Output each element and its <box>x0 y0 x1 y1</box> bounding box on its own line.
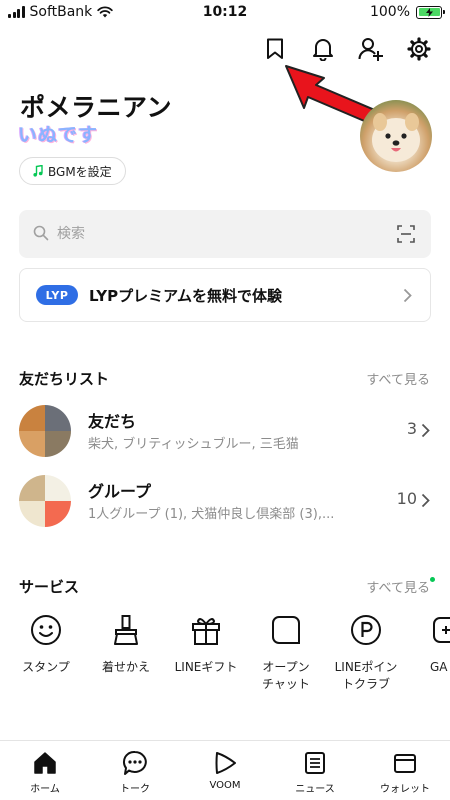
smiley-icon <box>29 613 63 647</box>
chevron-right-icon <box>421 493 430 508</box>
bgm-button[interactable]: BGMを設定 <box>19 157 126 185</box>
service-label: LINEギフト <box>174 660 238 674</box>
tab-news[interactable]: ニュース <box>270 741 360 800</box>
tab-talk[interactable]: トーク <box>90 741 180 800</box>
friends-see-all-link[interactable]: すべて見る <box>366 369 430 388</box>
tab-label: VOOM <box>209 780 241 791</box>
service-label: スタンプ <box>22 660 70 674</box>
tab-wallet[interactable]: ウォレット <box>360 741 450 800</box>
bookmark-icon[interactable] <box>262 36 288 62</box>
voom-icon <box>212 750 238 776</box>
bell-icon[interactable] <box>310 36 336 62</box>
service-gift[interactable]: LINEギフト <box>166 610 246 676</box>
search-input[interactable] <box>57 221 377 247</box>
gear-icon[interactable] <box>406 36 432 62</box>
tab-home[interactable]: ホーム <box>0 741 90 800</box>
groups-row-subtitle: 1人グループ (1), 犬猫仲良し倶楽部 (3),... <box>88 507 335 522</box>
status-bar: SoftBank 10:12 100% <box>0 0 450 28</box>
lyp-banner-text: LYPプレミアムを無料で体験 <box>89 286 283 305</box>
groups-avatar-collage <box>19 475 71 527</box>
service-stamp[interactable]: スタンプ <box>6 610 86 676</box>
music-note-icon <box>33 165 43 177</box>
services-section-title: サービス <box>19 578 80 596</box>
tab-label: ニュース <box>295 784 335 795</box>
lyp-premium-banner[interactable]: LYP LYPプレミアムを無料で体験 <box>19 268 431 322</box>
header-actions <box>262 36 432 62</box>
chevron-right-icon <box>421 423 430 438</box>
tab-label: トーク <box>120 784 150 795</box>
bgm-label: BGMを設定 <box>48 164 112 179</box>
friends-count: 3 <box>406 419 417 438</box>
service-points[interactable]: LINEポイン トクラブ <box>326 610 406 693</box>
points-icon <box>349 613 383 647</box>
pomeranian-photo <box>372 113 420 162</box>
status-right: 100% <box>369 4 445 20</box>
game-icon <box>430 613 450 647</box>
service-label: 着せかえ <box>101 660 150 674</box>
add-friend-icon[interactable] <box>358 36 384 62</box>
battery-percent: 100% <box>369 4 410 20</box>
qr-scan-icon[interactable] <box>397 225 415 243</box>
news-icon <box>302 750 328 776</box>
brush-icon <box>109 613 143 647</box>
service-games[interactable]: GA <box>404 610 450 676</box>
tab-label: ウォレット <box>380 784 430 795</box>
bottom-tab-bar: ホーム トーク VOOM ニュース ウォレット <box>0 740 450 800</box>
friends-row[interactable]: 友だち 柴犬, ブリティッシュブルー, 三毛猫 3 <box>0 401 450 461</box>
service-openchat[interactable]: オープン チャット <box>246 610 326 693</box>
battery-fill <box>418 7 440 17</box>
service-label: GA <box>430 660 448 674</box>
open-chat-icon <box>269 613 303 647</box>
friends-row-subtitle: 柴犬, ブリティッシュブルー, 三毛猫 <box>88 437 299 452</box>
services-see-all-link[interactable]: すべて見る <box>366 577 430 596</box>
groups-row-title: グループ <box>88 482 152 501</box>
service-label: LINEポイン トクラブ <box>334 660 398 691</box>
wallet-icon <box>392 750 418 776</box>
charging-bolt-icon <box>425 7 433 17</box>
friends-section-title: 友だちリスト <box>19 370 110 388</box>
new-badge-dot <box>430 577 435 582</box>
chevron-right-icon <box>403 288 412 303</box>
groups-count: 10 <box>396 489 417 508</box>
chat-icon <box>122 750 148 776</box>
gift-icon <box>189 613 223 647</box>
services-list: スタンプ 着せかえ LINEギフト オープン チャット LINEポイン トクラブ… <box>0 610 450 710</box>
tab-voom[interactable]: VOOM <box>180 741 270 800</box>
battery-icon <box>416 5 445 19</box>
groups-row[interactable]: グループ 1人グループ (1), 犬猫仲良し倶楽部 (3),... 10 <box>0 471 450 531</box>
tab-label: ホーム <box>30 784 60 795</box>
service-themes[interactable]: 着せかえ <box>86 610 166 676</box>
home-icon <box>32 750 58 776</box>
profile-status-message[interactable]: いぬです <box>18 120 98 147</box>
search-icon <box>33 225 49 241</box>
lyp-logo: LYP <box>36 285 78 305</box>
profile-name[interactable]: ポメラニアン <box>20 88 172 124</box>
search-bar[interactable] <box>19 210 431 258</box>
friends-avatar-collage <box>19 405 71 457</box>
service-label: オープン チャット <box>262 660 310 691</box>
friends-row-title: 友だち <box>88 412 137 431</box>
profile-avatar[interactable] <box>360 100 432 172</box>
